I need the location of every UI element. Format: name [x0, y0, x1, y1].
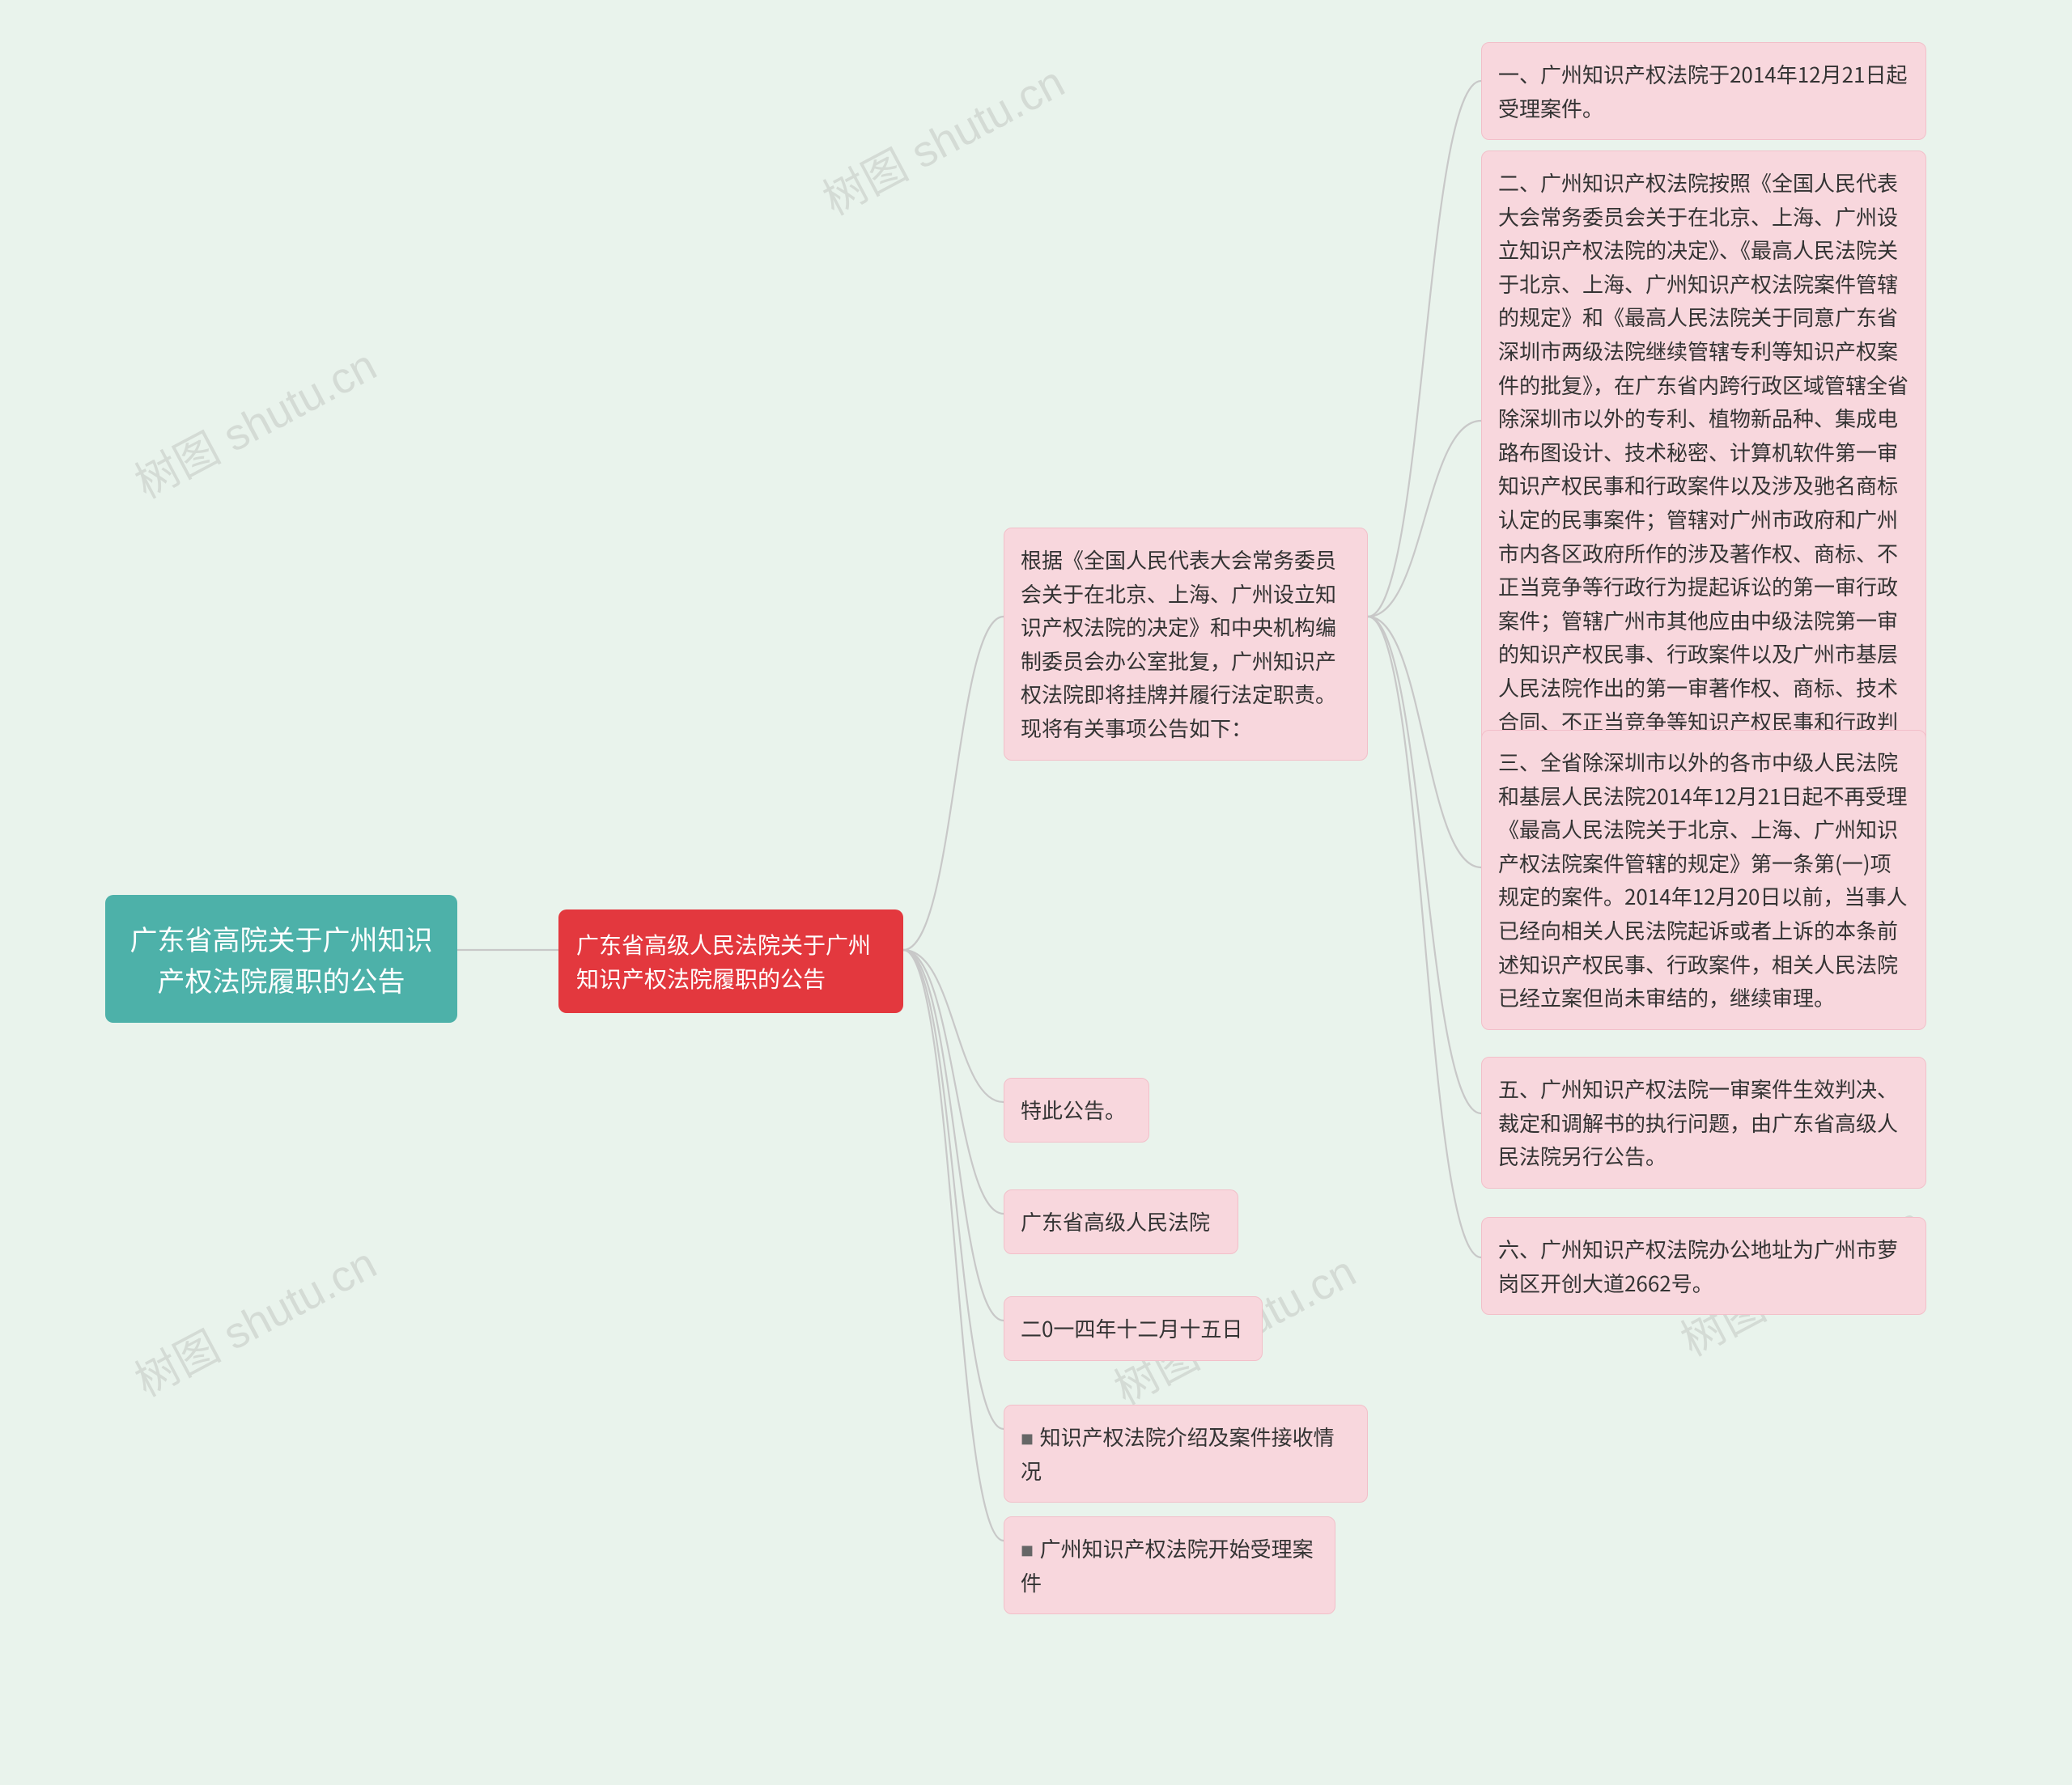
lvl2-link-intro[interactable]: 知识产权法院介绍及案件接收情况: [1004, 1405, 1368, 1503]
lvl2-court[interactable]: 广东省高级人民法院: [1004, 1189, 1238, 1254]
lvl2-date[interactable]: 二0一四年十二月十五日: [1004, 1296, 1263, 1361]
lvl2-link1-label: 知识产权法院介绍及案件接收情况: [1021, 1422, 1335, 1486]
lvl2-notice[interactable]: 特此公告。: [1004, 1078, 1149, 1143]
watermark: 树图 shutu.cn: [810, 47, 1074, 227]
lvl3-item6[interactable]: 六、广州知识产权法院办公地址为广州市萝岗区开创大道2662号。: [1481, 1217, 1926, 1315]
root-node[interactable]: 广东省高院关于广州知识产权法院履职的公告: [105, 895, 457, 1023]
lvl3-item1[interactable]: 一、广州知识产权法院于2014年12月21日起受理案件。: [1481, 42, 1926, 140]
lvl3-item2[interactable]: 二、广州知识产权法院按照《全国人民代表大会常务委员会关于在北京、上海、广州设立知…: [1481, 151, 1926, 787]
lvl2-intro[interactable]: 根据《全国人民代表大会常务委员会关于在北京、上海、广州设立知识产权法院的决定》和…: [1004, 528, 1368, 761]
watermark: 树图 shutu.cn: [122, 330, 386, 511]
lvl2-link2-label: 广州知识产权法院开始受理案件: [1021, 1533, 1314, 1597]
watermark: 树图 shutu.cn: [122, 1228, 386, 1409]
lvl3-item3[interactable]: 三、全省除深圳市以外的各市中级人民法院和基层人民法院2014年12月21日起不再…: [1481, 730, 1926, 1030]
lvl3-item5[interactable]: 五、广州知识产权法院一审案件生效判决、裁定和调解书的执行问题，由广东省高级人民法…: [1481, 1057, 1926, 1189]
lvl2-link-accept[interactable]: 广州知识产权法院开始受理案件: [1004, 1516, 1335, 1614]
lvl1-title[interactable]: 广东省高级人民法院关于广州知识产权法院履职的公告: [558, 909, 903, 1013]
